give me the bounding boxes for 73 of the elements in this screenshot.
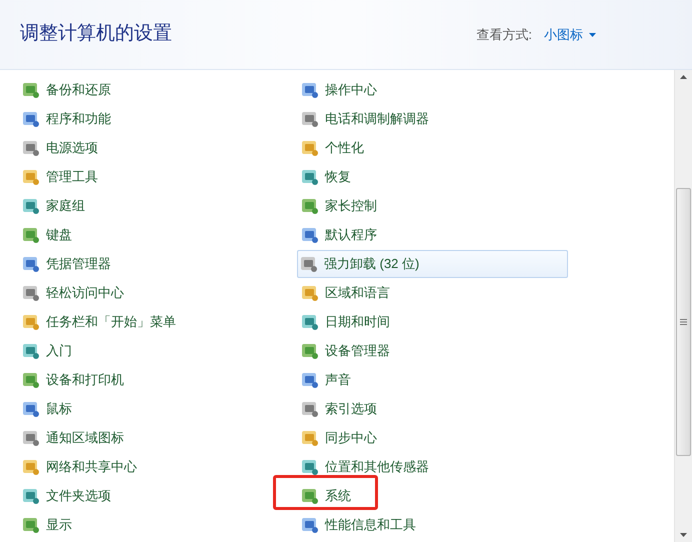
control-panel-item[interactable]: 设备管理器 — [297, 336, 391, 364]
tile-icon — [301, 458, 319, 476]
control-panel-item[interactable]: 区域和语言 — [297, 278, 391, 306]
control-panel-item[interactable]: 声音 — [297, 366, 352, 394]
control-panel-item[interactable]: 家长控制 — [297, 192, 378, 220]
tile-icon — [301, 370, 319, 388]
control-panel-item[interactable]: 网络和共享中心 — [18, 452, 138, 480]
control-panel-item[interactable]: 系统 — [297, 482, 352, 510]
view-label: 查看方式: — [476, 26, 532, 44]
tile-icon — [22, 428, 40, 446]
scrollbar[interactable] — [674, 70, 692, 542]
tile-icon — [22, 196, 40, 214]
control-panel-item[interactable]: 程序和功能 — [18, 104, 112, 132]
tile-icon — [22, 458, 40, 476]
tile-icon — [301, 80, 319, 98]
tile-icon — [301, 226, 319, 244]
control-panel-item[interactable]: 日期和时间 — [297, 308, 391, 336]
caret-icon — [589, 32, 596, 36]
control-panel-item[interactable]: 个性化 — [297, 134, 365, 162]
tile-icon — [301, 516, 319, 534]
tile-icon — [22, 312, 40, 330]
tile-icon — [301, 400, 319, 418]
control-panel-item[interactable]: 显示 — [18, 510, 73, 538]
control-panel-item[interactable]: 操作中心 — [297, 76, 378, 104]
tile-icon — [301, 284, 319, 302]
control-panel-item[interactable]: 电源选项 — [18, 134, 99, 162]
tile-icon — [22, 138, 40, 156]
grip-icon — [680, 319, 687, 325]
control-panel-item[interactable]: 位置和其他传感器 — [297, 452, 430, 480]
control-panel-item[interactable]: 凭据管理器 — [18, 250, 112, 278]
control-panel-item[interactable]: 索引选项 — [297, 394, 378, 422]
control-panel-item[interactable]: 文件夹选项 — [18, 482, 112, 510]
tile-icon — [301, 312, 319, 330]
scroll-down-icon[interactable] — [680, 533, 687, 537]
tile-icon — [22, 370, 40, 388]
control-panel-item[interactable]: 管理工具 — [18, 162, 99, 190]
tile-icon — [22, 254, 40, 272]
tile-icon — [301, 486, 319, 504]
tile-icon — [301, 428, 319, 446]
control-panel-item[interactable]: 设备和打印机 — [18, 366, 125, 394]
control-panel-item[interactable]: 通知区域图标 — [18, 424, 125, 452]
tile-icon — [301, 168, 319, 186]
view-dropdown[interactable]: 小图标 — [544, 24, 596, 44]
tile-icon — [22, 342, 40, 360]
page-title: 调整计算机的设置 — [20, 22, 172, 46]
control-panel-item[interactable]: 备份和还原 — [18, 76, 112, 104]
tile-icon — [300, 254, 318, 272]
tile-icon — [22, 226, 40, 244]
tile-icon — [301, 342, 319, 360]
control-panel-item[interactable]: 强力卸载 (32 位) — [297, 250, 568, 278]
control-panel-item[interactable]: 电话和调制解调器 — [297, 104, 430, 132]
control-panel-item[interactable]: 任务栏和「开始」菜单 — [18, 308, 177, 336]
scroll-up-icon[interactable] — [680, 75, 687, 79]
control-panel-item[interactable]: 入门 — [18, 336, 73, 364]
scrollbar-thumb[interactable] — [676, 188, 691, 456]
tile-icon — [22, 110, 40, 128]
tile-icon — [301, 110, 319, 128]
tile-icon — [22, 400, 40, 418]
control-panel-item[interactable]: 家庭组 — [18, 192, 86, 220]
control-panel-item[interactable]: 轻松访问中心 — [18, 278, 125, 306]
control-panel-item[interactable]: 性能信息和工具 — [297, 510, 417, 538]
tile-icon — [22, 168, 40, 186]
tile-icon — [301, 138, 319, 156]
control-panel-item[interactable]: 默认程序 — [297, 220, 378, 248]
control-panel-item[interactable]: 同步中心 — [297, 424, 378, 452]
tile-icon — [22, 516, 40, 534]
control-panel-item[interactable]: 键盘 — [18, 220, 73, 248]
tile-icon — [22, 486, 40, 504]
control-panel-item[interactable]: 鼠标 — [18, 394, 73, 422]
tile-icon — [22, 80, 40, 98]
tile-icon — [22, 284, 40, 302]
tile-icon — [301, 196, 319, 214]
control-panel-item[interactable]: 恢复 — [297, 162, 352, 190]
